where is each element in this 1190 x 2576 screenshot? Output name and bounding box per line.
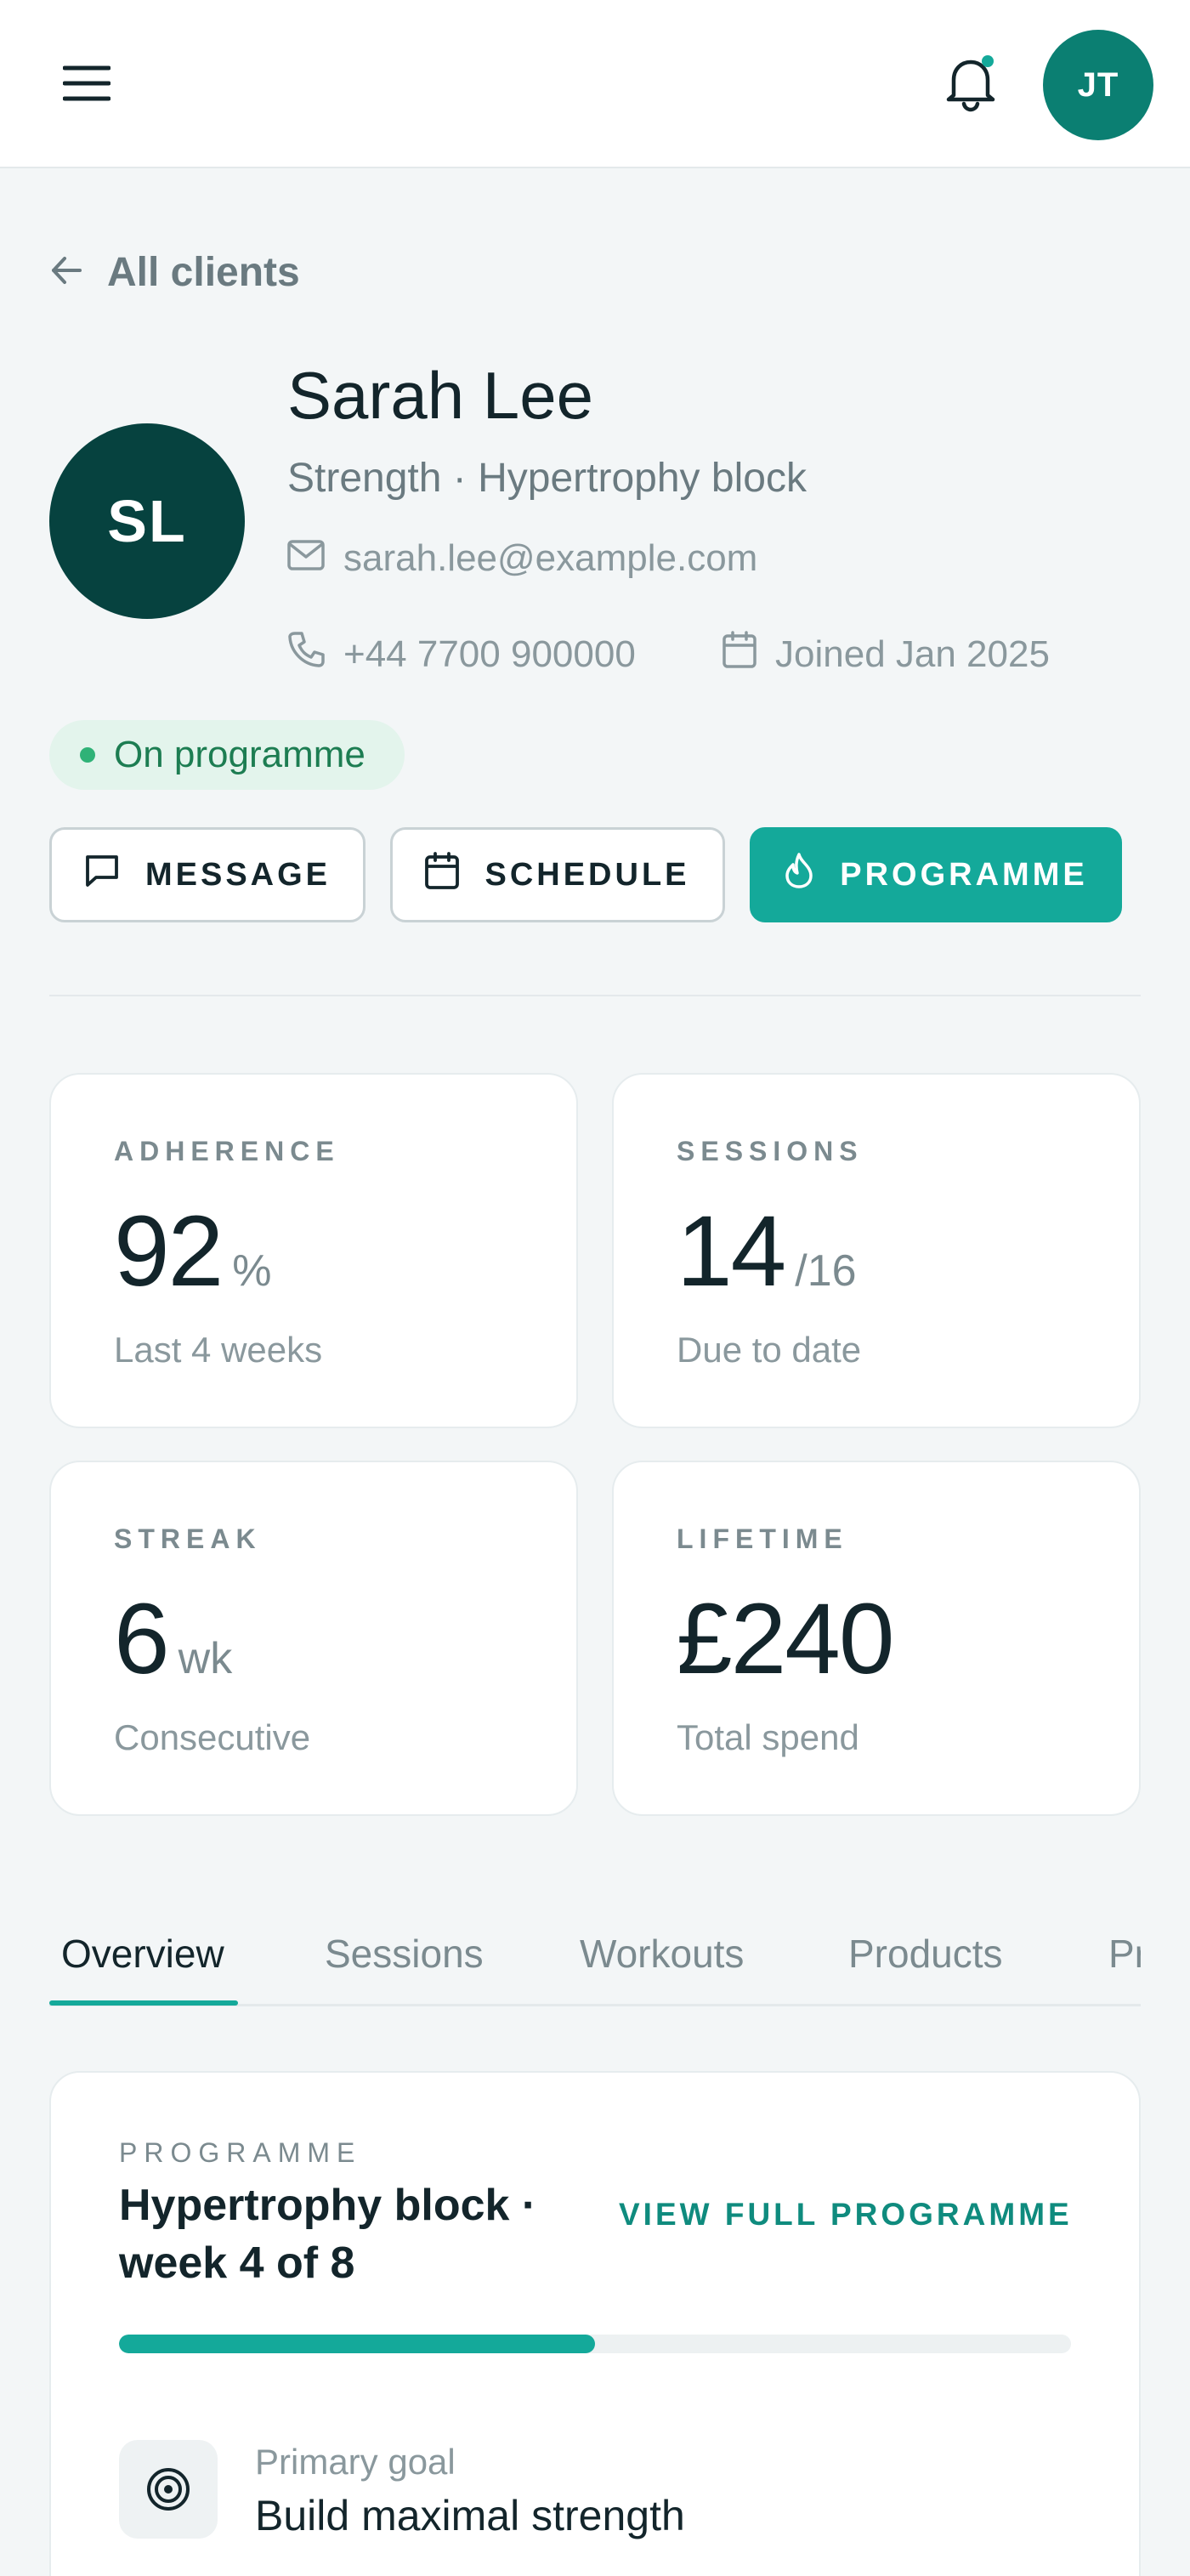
back-link-label: All clients (107, 249, 300, 295)
top-bar: JT (0, 0, 1190, 168)
lifetime-card: LIFETIME £240 Total spend (612, 1461, 1141, 1816)
stat-caption: Due to date (677, 1330, 862, 1370)
section-divider (49, 995, 1141, 996)
stat-unit: wk (178, 1634, 233, 1683)
arrow-left-icon (49, 253, 83, 292)
tab-products[interactable]: Products (848, 1901, 1003, 2004)
client-tabs: Overview Sessions Workouts Products Prof… (49, 1901, 1141, 2006)
bell-icon (944, 54, 998, 116)
programme-button-label: PROGRAMME (840, 856, 1088, 893)
programme-title: Hypertrophy block · week 4 of 8 (119, 2181, 537, 2288)
primary-goal-label: Primary goal (255, 2442, 456, 2482)
stat-label: SESSIONS (677, 1136, 864, 1166)
client-phone-row: +44 7700 900000 (287, 631, 636, 678)
stat-label: STREAK (114, 1523, 262, 1554)
stat-value: 92 % (114, 1194, 272, 1309)
status-badge: On programme (49, 720, 405, 790)
user-avatar[interactable]: JT (1043, 30, 1153, 140)
client-avatar: SL (49, 423, 245, 619)
programme-progress-bar (119, 2335, 1071, 2353)
stat-caption: Total spend (677, 1717, 859, 1757)
status-dot (80, 747, 95, 763)
phone-icon (287, 631, 325, 678)
streak-card: STREAK 6 wk Consecutive (49, 1461, 578, 1816)
tab-workouts[interactable]: Workouts (580, 1901, 744, 2004)
stat-caption: Consecutive (114, 1717, 311, 1757)
stat-number: 6 (114, 1583, 170, 1695)
schedule-button-label: SCHEDULE (484, 856, 690, 893)
sessions-card: SESSIONS 14 /16 Due to date (612, 1073, 1141, 1428)
client-joined-row: Joined Jan 2025 (722, 631, 1050, 678)
client-joined-date: Joined Jan 2025 (775, 633, 1050, 675)
stat-value: £240 (677, 1581, 904, 1697)
status-label: On programme (114, 734, 366, 775)
primary-goal-value: Build maximal strength (255, 2492, 685, 2539)
calendar-icon (722, 631, 756, 678)
programme-card: PROGRAMME Hypertrophy block · week 4 of … (49, 2071, 1141, 2576)
client-email[interactable]: sarah.lee@example.com (343, 537, 757, 580)
stat-caption: Last 4 weeks (114, 1330, 323, 1370)
stat-unit: % (232, 1246, 272, 1296)
schedule-button[interactable]: SCHEDULE (390, 827, 725, 922)
notification-dot (982, 54, 994, 67)
stat-unit: /16 (795, 1246, 857, 1296)
stat-value: 14 /16 (677, 1194, 857, 1309)
message-icon (84, 854, 120, 896)
target-icon (119, 2440, 218, 2539)
tab-profile[interactable]: Profile (1108, 1901, 1141, 2004)
stat-label: ADHERENCE (114, 1136, 340, 1166)
stat-value: 6 wk (114, 1581, 232, 1697)
client-phone[interactable]: +44 7700 900000 (343, 633, 636, 676)
programme-button[interactable]: PROGRAMME (750, 827, 1122, 922)
adherence-card: ADHERENCE 92 % Last 4 weeks (49, 1073, 578, 1428)
message-button[interactable]: MESSAGE (49, 827, 366, 922)
notifications-button[interactable] (935, 51, 1006, 119)
active-tab-indicator (49, 2000, 238, 2006)
stat-number: £240 (677, 1583, 895, 1695)
client-name: Sarah Lee (287, 358, 593, 433)
client-programme-subtitle: Strength · Hypertrophy block (287, 456, 807, 501)
flame-icon (784, 852, 814, 898)
calendar-icon (425, 852, 460, 898)
back-to-clients-link[interactable]: All clients (49, 245, 300, 299)
tab-sessions[interactable]: Sessions (325, 1901, 484, 2004)
menu-icon (62, 65, 111, 106)
tab-overview[interactable]: Overview (61, 1901, 224, 2004)
stat-label: LIFETIME (677, 1523, 848, 1554)
programme-progress-fill (119, 2335, 595, 2353)
mail-icon (287, 537, 325, 580)
view-full-programme-link[interactable]: VIEW FULL PROGRAMME (619, 2197, 1073, 2233)
message-button-label: MESSAGE (144, 856, 332, 893)
programme-kicker: PROGRAMME (119, 2137, 362, 2168)
stat-number: 14 (677, 1195, 786, 1308)
client-email-row: sarah.lee@example.com (287, 537, 757, 580)
stat-number: 92 (114, 1195, 224, 1308)
menu-button[interactable] (51, 53, 122, 117)
